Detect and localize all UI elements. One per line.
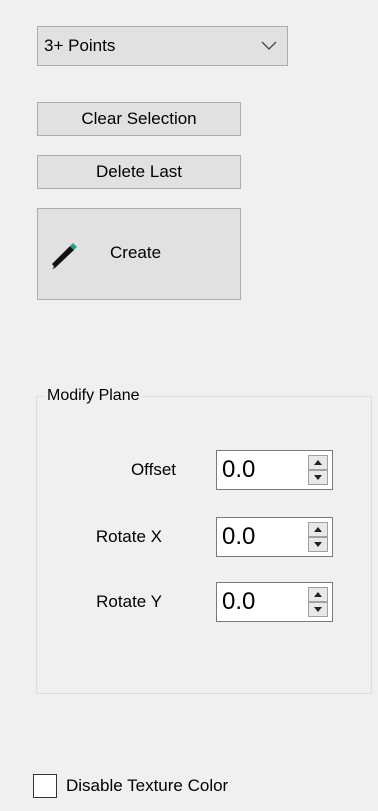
clear-selection-label: Clear Selection bbox=[81, 109, 197, 128]
offset-increment[interactable] bbox=[308, 455, 328, 470]
delete-last-button[interactable]: Delete Last bbox=[37, 155, 241, 189]
mode-select[interactable]: 3+ Points bbox=[37, 26, 288, 66]
arrow-up-icon bbox=[314, 592, 322, 597]
chevron-down-icon bbox=[261, 41, 277, 50]
spin-arrows-icon bbox=[308, 455, 328, 485]
rotate-y-decrement[interactable] bbox=[308, 602, 328, 617]
rotate-x-value[interactable]: 0.0 bbox=[222, 522, 255, 552]
create-label: Create bbox=[110, 243, 162, 262]
rotate-y-spinbox[interactable]: 0.0 bbox=[216, 582, 333, 622]
rotate-y-value[interactable]: 0.0 bbox=[222, 587, 255, 617]
rotate-x-increment[interactable] bbox=[308, 522, 328, 537]
rotate-y-increment[interactable] bbox=[308, 587, 328, 602]
offset-label: Offset bbox=[130, 460, 176, 479]
rotate-y-label: Rotate Y bbox=[96, 592, 162, 611]
arrow-down-icon bbox=[314, 607, 322, 612]
mode-select-value: 3+ Points bbox=[44, 36, 116, 55]
offset-value[interactable]: 0.0 bbox=[222, 455, 255, 485]
modify-plane-title: Modify Plane bbox=[44, 386, 143, 406]
arrow-up-icon bbox=[314, 527, 322, 532]
offset-spinbox[interactable]: 0.0 bbox=[216, 450, 333, 490]
disable-texture-color-label[interactable]: Disable Texture Color bbox=[66, 774, 228, 798]
pencil-icon bbox=[52, 243, 77, 269]
arrow-down-icon bbox=[314, 475, 322, 480]
rotate-x-label: Rotate X bbox=[95, 527, 162, 546]
delete-last-label: Delete Last bbox=[96, 162, 182, 181]
arrow-down-icon bbox=[314, 542, 322, 547]
offset-decrement[interactable] bbox=[308, 470, 328, 485]
spin-arrows-icon bbox=[308, 587, 328, 617]
create-button[interactable]: Create bbox=[37, 208, 241, 300]
spin-arrows-icon bbox=[308, 522, 328, 552]
clear-selection-button[interactable]: Clear Selection bbox=[37, 102, 241, 136]
rotate-x-spinbox[interactable]: 0.0 bbox=[216, 517, 333, 557]
disable-texture-color-checkbox[interactable] bbox=[33, 774, 57, 798]
arrow-up-icon bbox=[314, 460, 322, 465]
rotate-x-decrement[interactable] bbox=[308, 537, 328, 552]
